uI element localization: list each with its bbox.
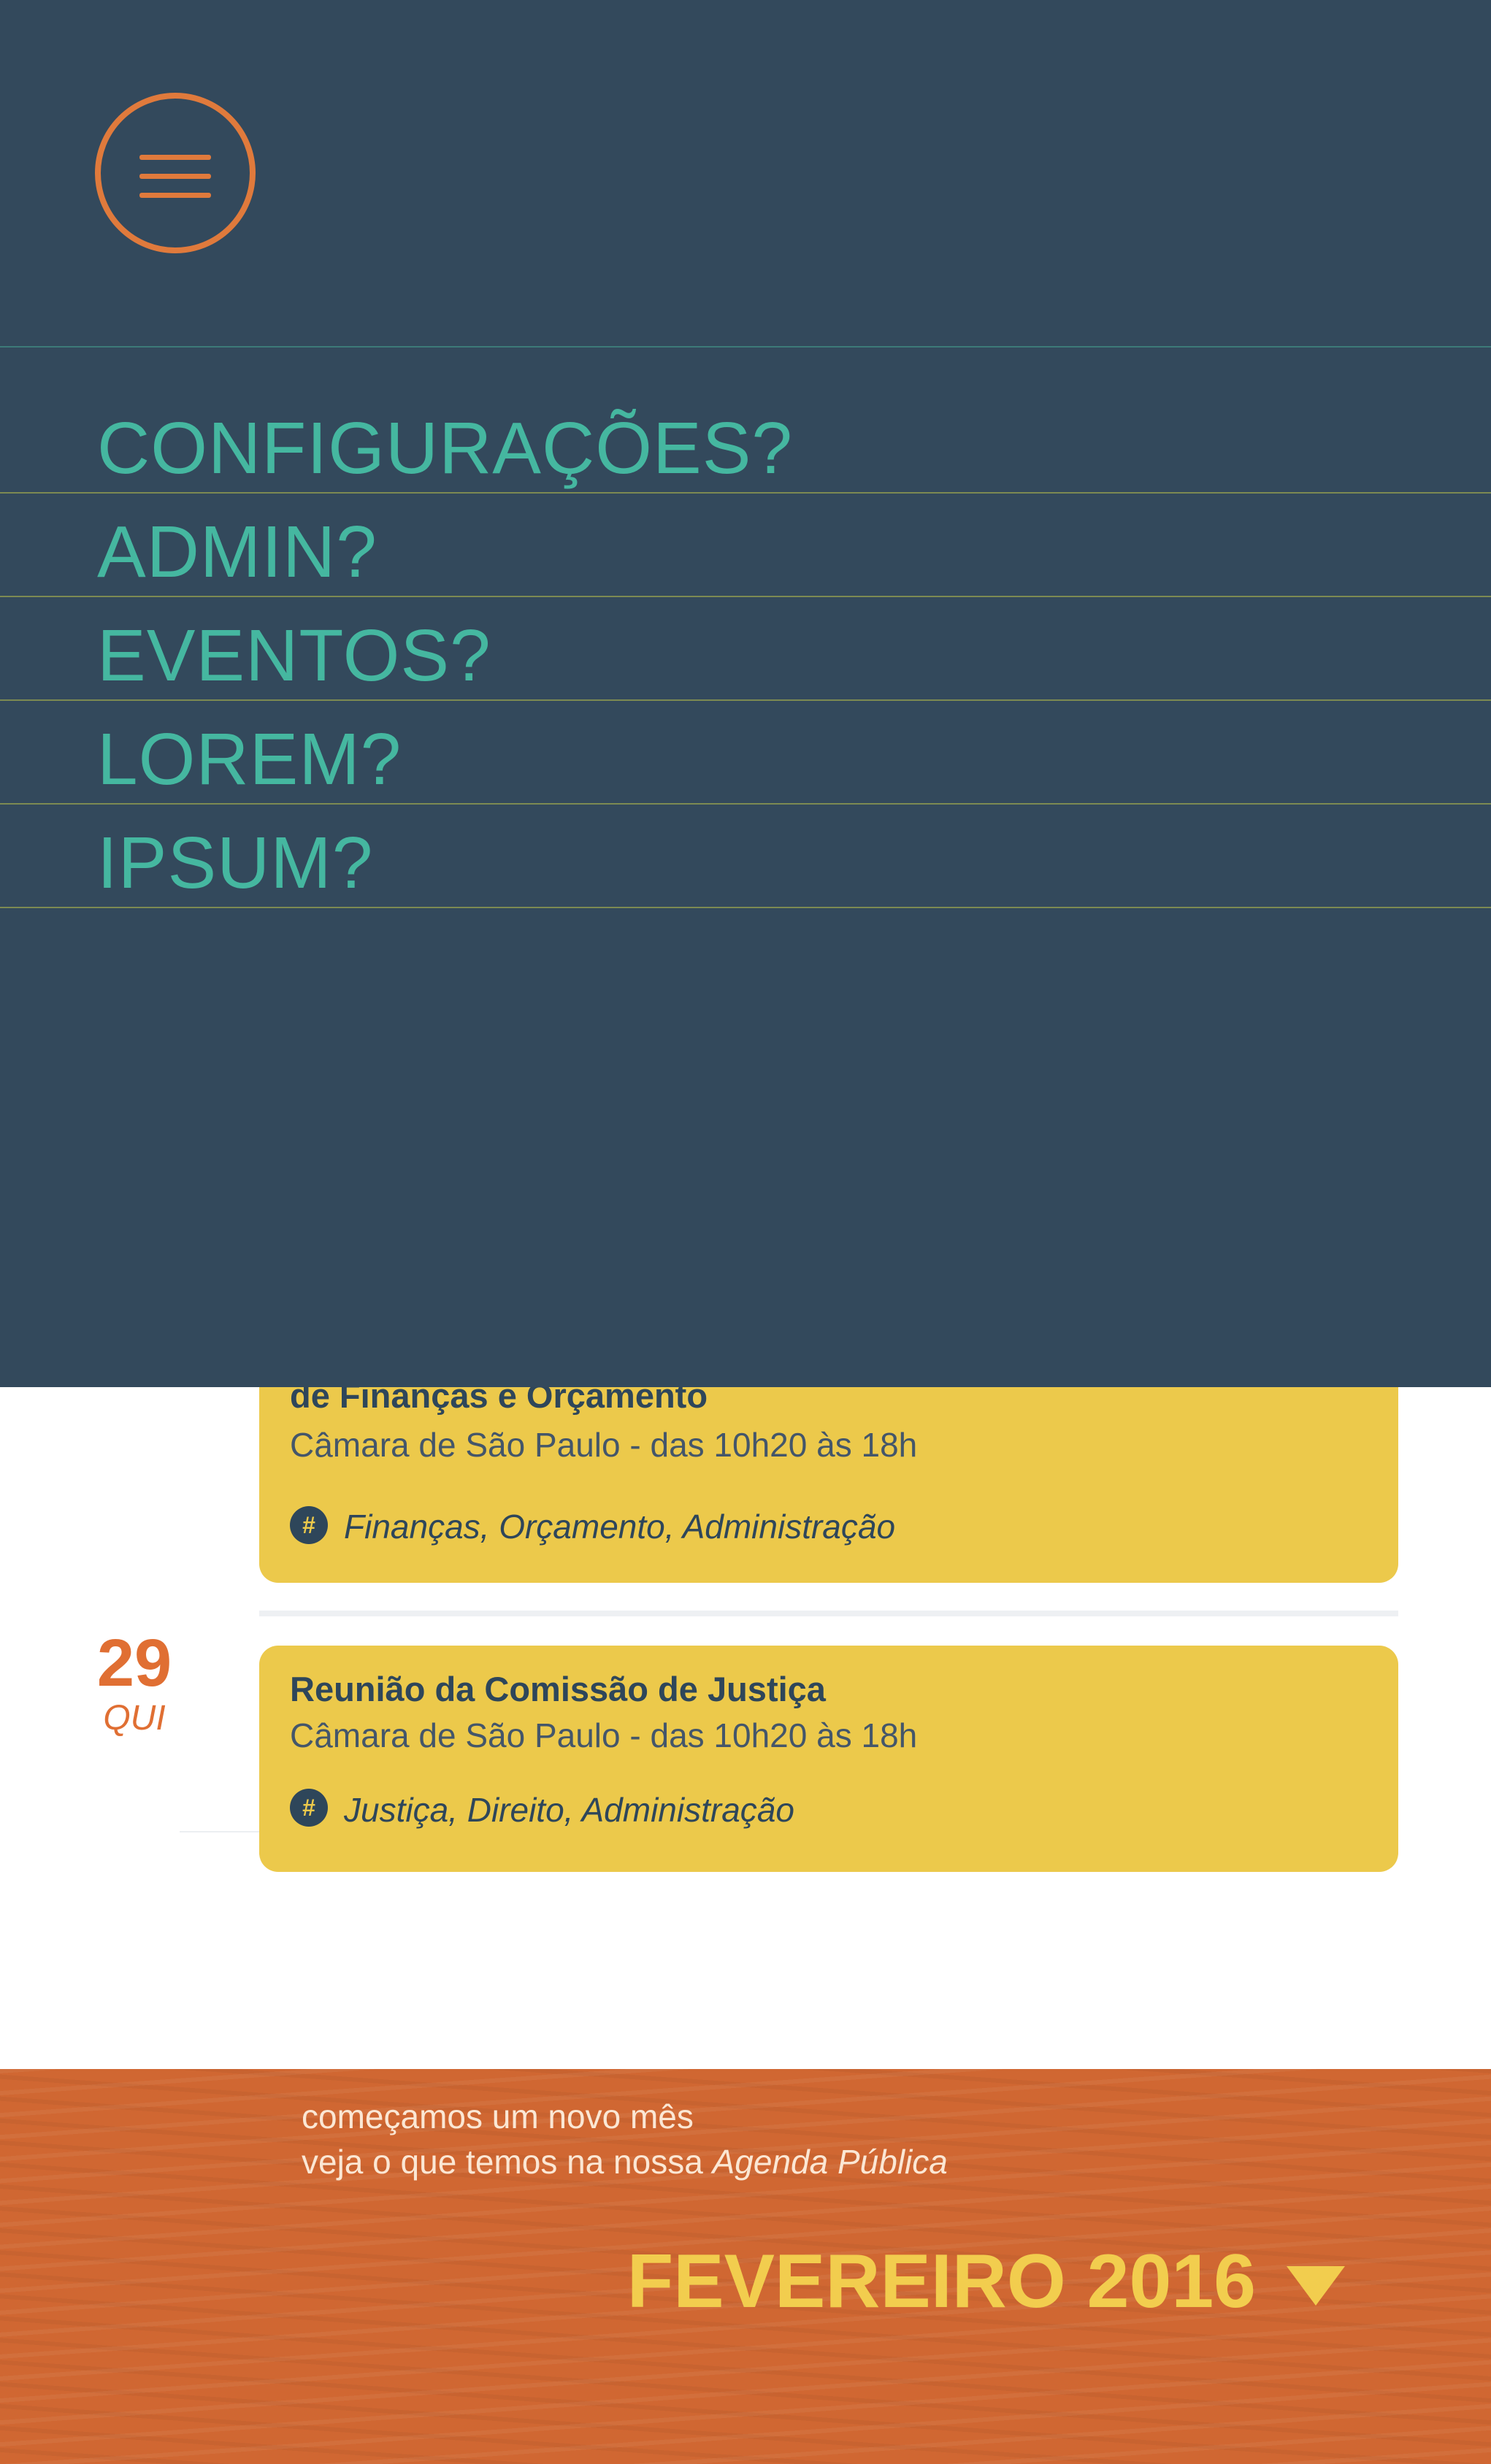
banner-text-prefix: veja o que temos na nossa (302, 2143, 713, 2181)
hashtag-icon: # (290, 1506, 328, 1544)
menu-item-ipsum[interactable]: IPSUM? (0, 805, 1491, 908)
hamburger-menu-icon (139, 155, 211, 160)
event-weekday: QUI (103, 1699, 166, 1738)
menu-item-admin[interactable]: ADMIN? (0, 494, 1491, 597)
event-tags: Finanças, Orçamento, Administração (344, 1508, 896, 1546)
menu-item-label: LOREM? (97, 718, 402, 800)
agenda-publica-text: Agenda Pública (712, 2143, 948, 2181)
caret-down-icon[interactable] (1287, 2266, 1345, 2306)
next-month-banner: começamos um novo mês veja o que temos n… (0, 2069, 1491, 2464)
event-separator (259, 1611, 1398, 1616)
month-title[interactable]: FEVEREIRO 2016 (627, 2238, 1256, 2325)
banner-text-line2: veja o que temos na nossa Agenda Pública (302, 2142, 948, 2181)
nav-menu-overlay: CONFIGURAÇÕES? ADMIN? EVENTOS? LOREM? IP… (0, 0, 1491, 1387)
menu-item-configuracoes[interactable]: CONFIGURAÇÕES? (0, 390, 1491, 494)
hamburger-menu-icon (139, 174, 211, 179)
timeline-line (180, 1831, 260, 1832)
menu-item-label: ADMIN? (97, 511, 377, 593)
event-card[interactable]: Reunião da Comissão de Justiça Câmara de… (259, 1646, 1398, 1872)
menu-item-lorem[interactable]: LOREM? (0, 701, 1491, 805)
menu-item-label: IPSUM? (97, 822, 374, 904)
event-location: Câmara de São Paulo - das 10h20 às 18h (290, 1426, 918, 1464)
event-location: Câmara de São Paulo - das 10h20 às 18h (290, 1716, 918, 1754)
event-tags: Justiça, Direito, Administração (344, 1791, 794, 1829)
event-title: Reunião da Comissão de Justiça (290, 1670, 826, 1708)
menu-item-eventos[interactable]: EVENTOS? (0, 597, 1491, 701)
hamburger-menu-icon (139, 193, 211, 198)
banner-text-line1: começamos um novo mês (302, 2098, 694, 2135)
menu-divider (0, 346, 1491, 348)
menu-item-label: EVENTOS? (97, 615, 491, 696)
menu-item-label: CONFIGURAÇÕES? (97, 407, 794, 489)
event-day-number: 29 (96, 1626, 172, 1700)
hashtag-icon: # (290, 1789, 328, 1827)
menu-toggle-button[interactable] (95, 93, 256, 253)
